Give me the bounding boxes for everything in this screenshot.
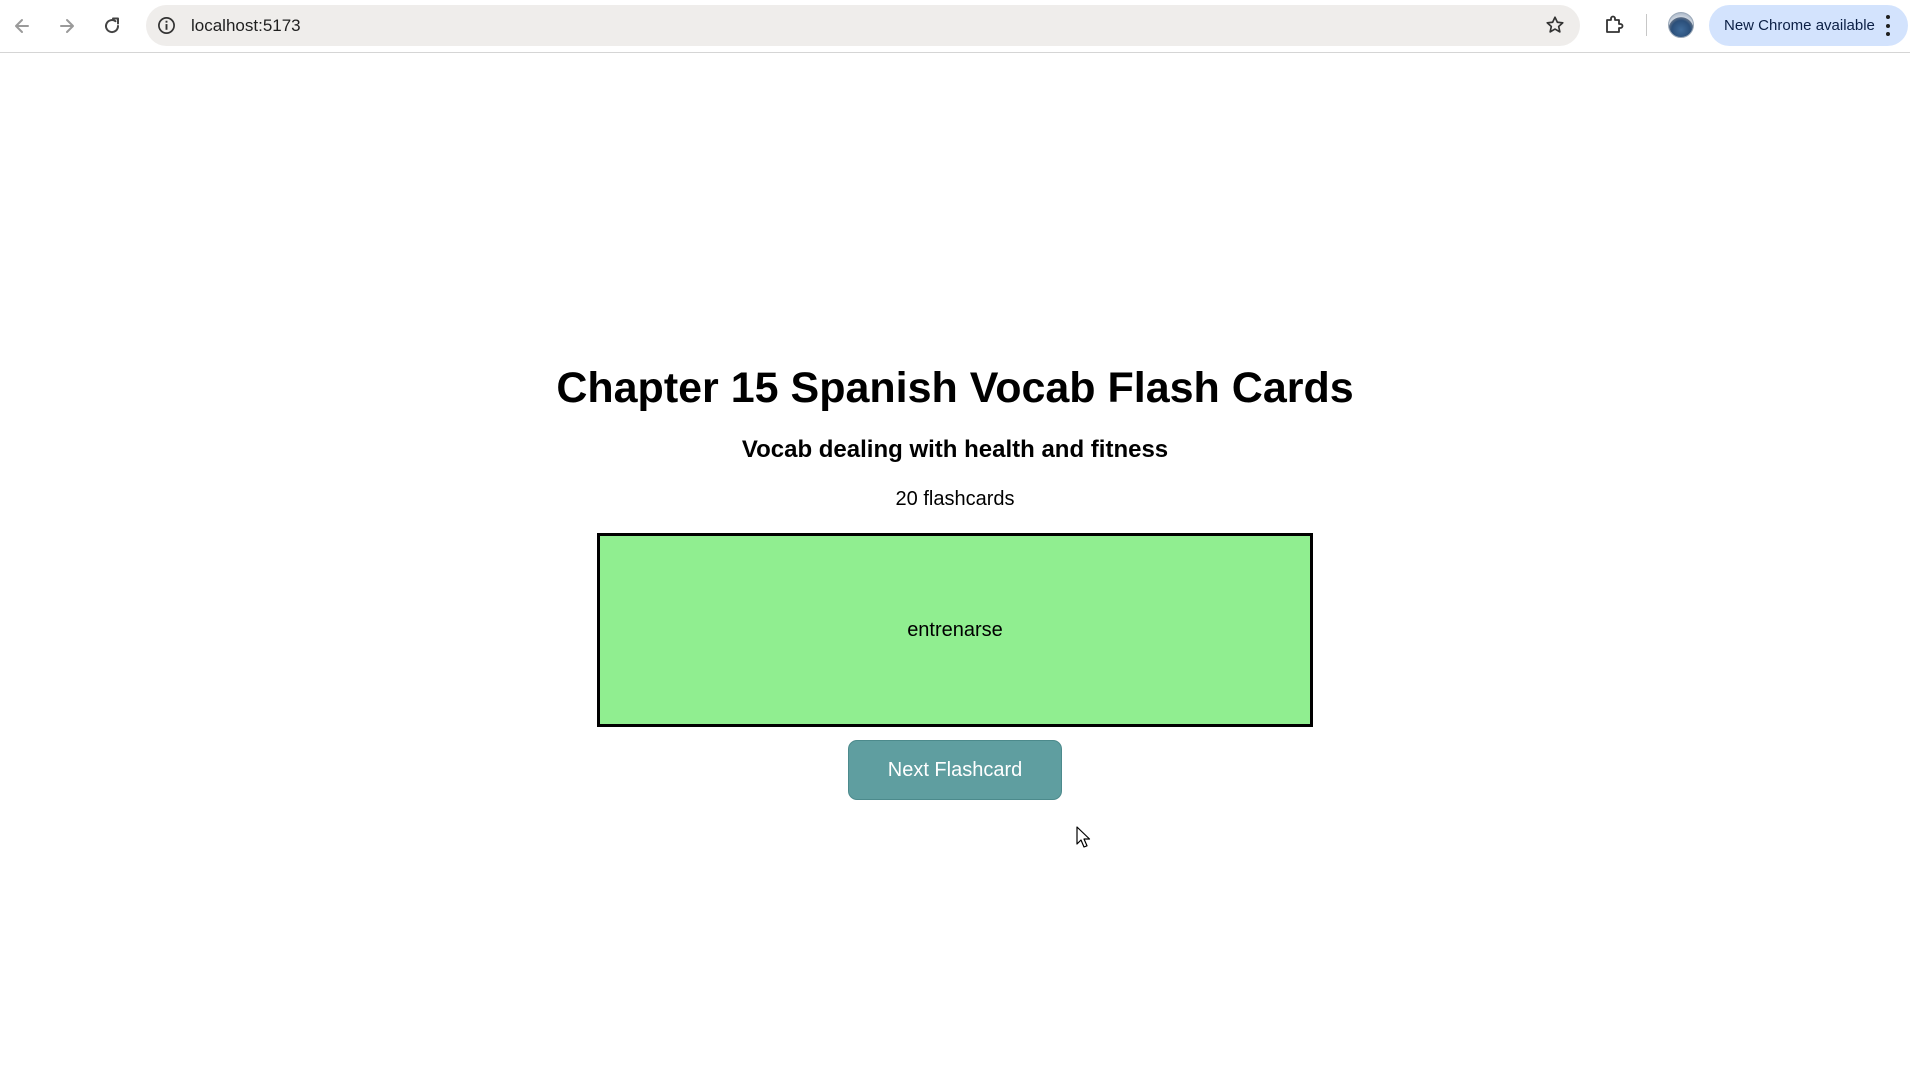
- puzzle-icon[interactable]: [1602, 13, 1626, 37]
- mouse-cursor-icon: [1076, 826, 1091, 848]
- star-icon[interactable]: [1544, 14, 1566, 36]
- address-bar[interactable]: localhost:5173: [146, 5, 1580, 46]
- toolbar-divider: [1646, 14, 1647, 36]
- flashcard-app: Chapter 15 Spanish Vocab Flash Cards Voc…: [0, 54, 1910, 1080]
- page-subtitle: Vocab dealing with health and fitness: [741, 436, 1169, 463]
- reload-button[interactable]: [96, 10, 128, 42]
- flashcard[interactable]: entrenarse: [597, 533, 1313, 727]
- chrome-update-button[interactable]: New Chrome available: [1709, 5, 1908, 46]
- flashcard-text: entrenarse: [907, 618, 1003, 641]
- flashcard-count: 20 flashcards: [895, 488, 1015, 510]
- url-text[interactable]: localhost:5173: [191, 16, 301, 36]
- page-title: Chapter 15 Spanish Vocab Flash Cards: [556, 364, 1354, 412]
- forward-button[interactable]: [51, 10, 83, 42]
- next-flashcard-button[interactable]: Next Flashcard: [848, 740, 1062, 800]
- reload-icon: [105, 17, 120, 34]
- update-label: New Chrome available: [1724, 17, 1875, 34]
- browser-toolbar: localhost:5173 New Chrome available: [0, 0, 1910, 53]
- kebab-menu-icon[interactable]: [1878, 15, 1898, 36]
- profile-avatar[interactable]: [1668, 12, 1694, 38]
- arrow-right-icon: [60, 19, 74, 33]
- info-icon[interactable]: [156, 15, 177, 36]
- arrow-left-icon: [15, 19, 29, 33]
- back-button[interactable]: [6, 10, 38, 42]
